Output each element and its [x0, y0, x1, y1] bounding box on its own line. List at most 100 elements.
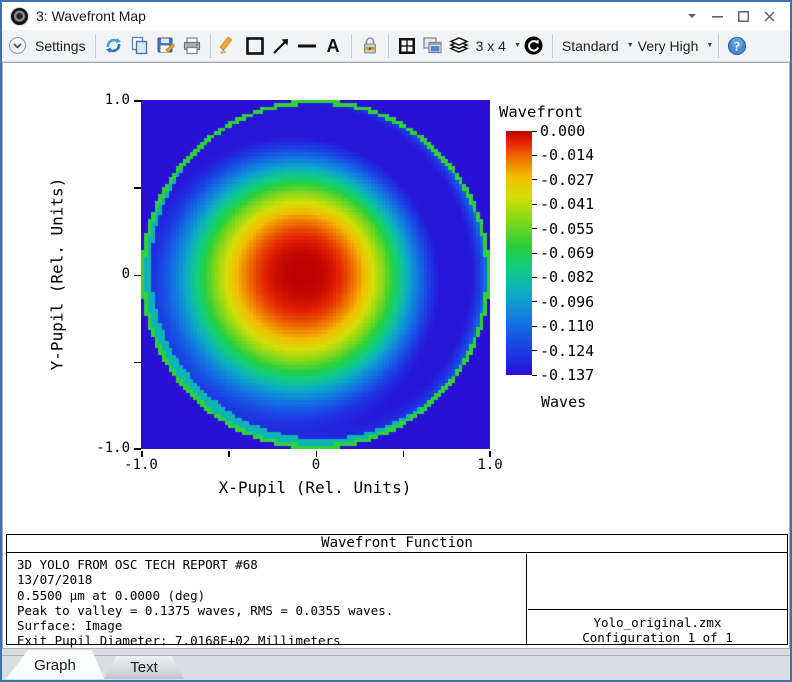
legend-title: Wavefront — [499, 103, 583, 121]
legend-tick — [532, 179, 537, 180]
legend-tick — [532, 204, 537, 205]
rectangle-annotation-button[interactable] — [242, 33, 268, 59]
help-button[interactable]: ? — [724, 33, 750, 59]
cascade-windows-button[interactable] — [420, 33, 446, 59]
save-button[interactable] — [153, 33, 179, 59]
axis-tick — [134, 362, 142, 364]
analysis-window-icon — [11, 8, 28, 25]
x-tick-label: 1.0 — [477, 457, 502, 473]
arrow-annotation-button[interactable] — [268, 33, 294, 59]
toolbar-separator — [552, 34, 553, 58]
axis-tick — [134, 275, 142, 277]
tab-strip-divider — [2, 655, 790, 656]
file-info-cell: Yolo_original.zmx Configuration 1 of 1 — [528, 611, 787, 644]
legend-value-label: -0.041 — [540, 195, 594, 213]
window-menu-dropdown-icon[interactable] — [683, 8, 700, 25]
legend-value-label: -0.096 — [540, 293, 594, 311]
legend-tick — [532, 253, 537, 254]
legend-value-label: -0.055 — [540, 220, 594, 238]
legend-value-label: -0.027 — [540, 171, 594, 189]
footer-table: Wavefront Function 3D YOLO FROM OSC TECH… — [6, 534, 788, 645]
minimize-icon[interactable] — [709, 8, 726, 25]
y-tick-label: 1.0 — [105, 92, 130, 108]
line-annotation-button[interactable] — [294, 33, 320, 59]
summary-line: 3D YOLO FROM OSC TECH REPORT #68 — [17, 557, 526, 572]
legend-value-label: -0.110 — [540, 317, 594, 335]
auto-update-icon — [523, 35, 544, 56]
toolbar-separator — [718, 34, 719, 58]
print-icon — [182, 36, 202, 56]
x-tick-label: 0 — [312, 457, 320, 473]
text-annotation-button[interactable]: A — [320, 33, 346, 59]
toolbar-separator — [351, 34, 352, 58]
wavefront-map-plot — [141, 100, 490, 449]
toolbar-separator — [210, 34, 211, 58]
copy-button[interactable] — [127, 33, 153, 59]
title-bar: 3: Wavefront Map — [2, 2, 790, 30]
axis-tick — [228, 451, 230, 457]
legend-tick — [532, 277, 537, 278]
axis-tick — [134, 100, 142, 102]
legend-value-label: -0.137 — [540, 366, 594, 384]
refresh-button[interactable] — [101, 33, 127, 59]
density-dropdown[interactable]: Very High ▼ — [634, 33, 714, 59]
density-label: Very High — [634, 38, 703, 54]
pencil-annotation-button[interactable] — [216, 33, 242, 59]
wavefront-map-canvas — [141, 100, 490, 449]
pencil-icon — [219, 36, 238, 55]
mode-label: Standard — [558, 38, 623, 54]
window-controls — [683, 8, 790, 25]
x-axis-title: X-Pupil (Rel. Units) — [219, 478, 412, 497]
toolbar-separator — [388, 34, 389, 58]
close-icon[interactable] — [761, 8, 778, 25]
line-icon — [296, 36, 318, 56]
tile-windows-button[interactable] — [394, 33, 420, 59]
mode-dropdown[interactable]: Standard ▼ — [558, 33, 634, 59]
sampling-label: 3 x 4 — [472, 38, 510, 54]
summary-line: Peak to valley = 0.1375 waves, RMS = 0.0… — [17, 603, 526, 618]
legend-value-label: -0.082 — [540, 268, 594, 286]
window-title: 3: Wavefront Map — [36, 8, 146, 24]
settings-expander-icon — [9, 37, 26, 54]
y-axis-title: Y-Pupil (Rel. Units) — [48, 178, 67, 371]
file-name: Yolo_original.zmx — [528, 615, 787, 630]
legend-unit: Waves — [541, 393, 586, 411]
legend-value-label: 0.000 — [540, 122, 585, 140]
layers-icon — [448, 36, 470, 56]
axis-tick — [134, 448, 142, 450]
toolbar-separator — [95, 34, 96, 58]
lock-button[interactable] — [357, 33, 383, 59]
tab-text[interactable]: Text — [104, 656, 184, 679]
copy-icon — [130, 36, 149, 55]
help-icon: ? — [727, 36, 747, 56]
rectangle-icon — [245, 36, 265, 56]
text-icon: A — [323, 36, 343, 56]
graph-panel: 1.0 0 -1.0 -1.0 0 1.0 X-Pupil (Rel. Unit… — [2, 62, 790, 649]
axis-tick — [134, 187, 142, 189]
layers-button[interactable] — [446, 33, 472, 59]
settings-button[interactable]: Settings — [9, 33, 90, 59]
sampling-dropdown[interactable]: 3 x 4 ▼ — [472, 33, 521, 59]
legend-tick — [532, 155, 537, 156]
legend-tick — [532, 350, 537, 351]
legend-value-label: -0.124 — [540, 342, 594, 360]
auto-update-button[interactable] — [521, 33, 547, 59]
save-icon — [156, 36, 176, 56]
configuration-label: Configuration 1 of 1 — [528, 630, 787, 645]
tile-windows-icon — [397, 36, 417, 56]
lock-icon — [361, 36, 379, 56]
y-tick-label: 0 — [122, 266, 130, 282]
chevron-down-icon: ▼ — [514, 42, 521, 49]
x-tick-label: -1.0 — [124, 457, 158, 473]
print-button[interactable] — [179, 33, 205, 59]
maximize-icon[interactable] — [735, 8, 752, 25]
svg-text:?: ? — [734, 38, 741, 53]
arrow-icon — [271, 36, 291, 56]
axis-tick — [403, 451, 405, 457]
legend-value-label: -0.014 — [540, 146, 594, 164]
summary-line: Surface: Image — [17, 618, 526, 633]
settings-label: Settings — [31, 38, 90, 54]
tab-graph-label: Graph — [34, 657, 76, 674]
toolbar: Settings — [2, 30, 790, 62]
summary-line: 13/07/2018 — [17, 572, 526, 587]
